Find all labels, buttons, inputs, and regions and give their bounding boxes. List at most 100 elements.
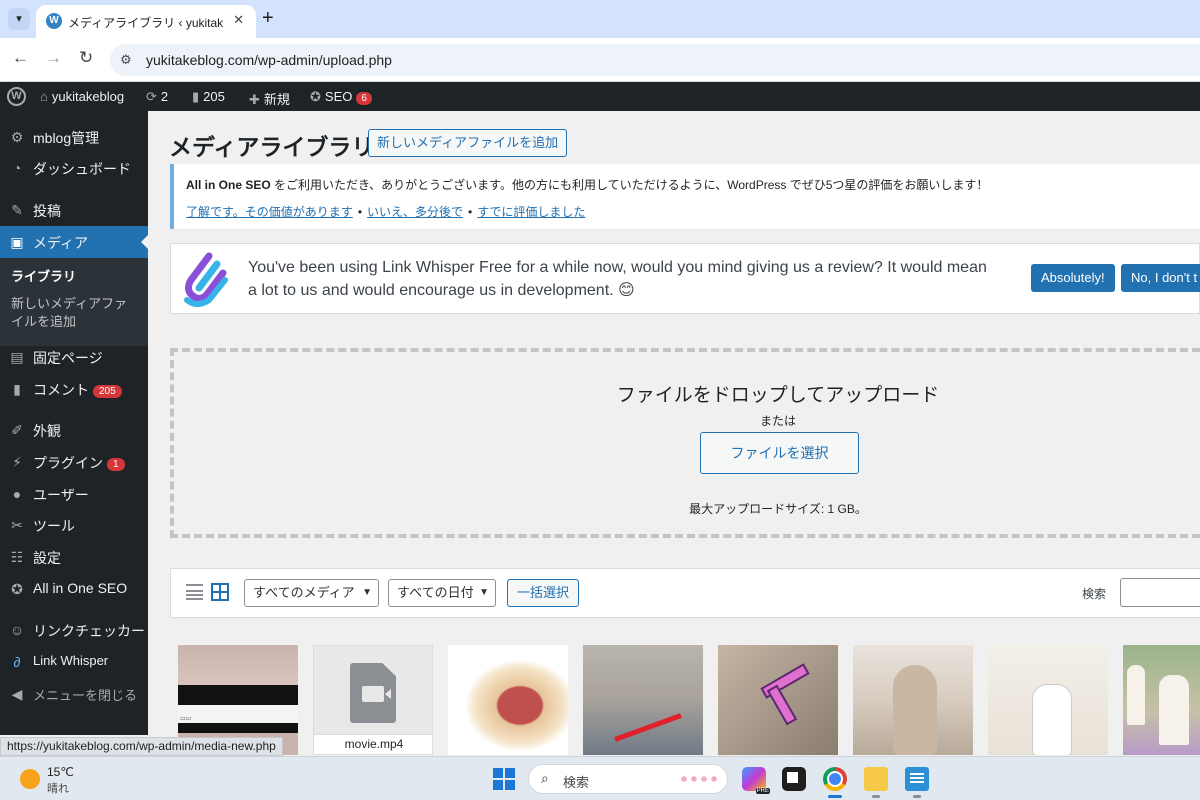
media-thumbnail[interactable] <box>988 645 1108 755</box>
sidebar-item-label: Link Whisper <box>33 653 109 668</box>
media-search-input[interactable] <box>1120 578 1200 607</box>
close-tab-icon[interactable]: ✕ <box>233 12 244 28</box>
review-yes-button[interactable]: Absolutely! <box>1031 264 1115 292</box>
comments-link[interactable]: ▮ 205 <box>192 89 225 105</box>
site-name-link[interactable]: ⌂ yukitakeblog <box>40 89 124 104</box>
rate-yes-link[interactable]: 了解です。その価値があります <box>186 205 353 219</box>
cherry-blossom-icon <box>679 773 719 785</box>
sidebar-item-posts[interactable]: ✎ 投稿 <box>0 194 148 226</box>
comments-badge: 205 <box>93 385 122 398</box>
link-checker-icon: ☺ <box>9 622 25 638</box>
media-type-filter[interactable]: すべてのメディア ▼ <box>244 579 379 607</box>
media-thumbnail[interactable] <box>718 645 838 755</box>
grid-view-icon[interactable] <box>211 583 229 601</box>
user-icon: ● <box>12 486 22 502</box>
sidebar-item-link-checker[interactable]: ☺ リンクチェッカー <box>0 614 148 646</box>
photo-figure <box>1127 665 1145 725</box>
sidebar-item-users[interactable]: ● ユーザー <box>0 478 148 510</box>
red-mark <box>614 713 682 742</box>
sidebar-item-link-whisper[interactable]: ∂ Link Whisper <box>0 646 148 678</box>
page-title: メディアライブラリ <box>169 134 375 160</box>
new-tab-button[interactable]: + <box>262 7 274 30</box>
photo-figure <box>1159 675 1189 745</box>
start-tile <box>493 768 503 778</box>
sidebar-item-label: リンクチェッカー <box>33 623 145 639</box>
reload-icon[interactable]: ↻ <box>79 48 93 68</box>
review-no-button[interactable]: No, I don't t <box>1121 264 1200 292</box>
seo-menu-link[interactable]: ✪ SEO 6 <box>310 89 372 105</box>
url-field[interactable]: ⚙ yukitakeblog.com/wp-admin/upload.php <box>110 44 1200 76</box>
admin-sidebar: ⚙ mblog管理 ◔ ダッシュボード ✎ 投稿 ▣ メディア ライブラリ 新し… <box>0 111 148 735</box>
terminal-icon[interactable] <box>782 767 806 791</box>
media-thumbnail[interactable] <box>448 645 568 755</box>
browser-tab[interactable]: W メディアライブラリ ‹ yukitakeblog — ✕ <box>36 5 256 38</box>
sidebar-item-aioseo[interactable]: ✪ All in One SEO <box>0 573 148 605</box>
sidebar-item-dashboard[interactable]: ◔ ダッシュボード <box>0 152 148 184</box>
link-whisper-review-notice: You've been using Link Whisper Free for … <box>170 243 1200 314</box>
browser-tab-bar: ▾ W メディアライブラリ ‹ yukitakeblog — ✕ + <box>0 0 1200 38</box>
submenu-add-new[interactable]: 新しいメディアファイルを追加 <box>11 295 139 331</box>
sidebar-item-pages[interactable]: ▤ 固定ページ <box>0 341 148 373</box>
sun-icon[interactable] <box>20 769 40 789</box>
chrome-icon[interactable] <box>823 767 847 791</box>
sidebar-item-label: メディア <box>33 235 89 251</box>
media-thumbnail[interactable]: movie.mp4 <box>313 645 433 755</box>
wordpress-logo-icon[interactable]: W <box>7 87 26 106</box>
aioseo-review-notice: All in One SEO をご利用いただき、ありがとうございます。他の方にも… <box>170 164 1200 229</box>
comments-count: 205 <box>203 89 225 104</box>
sidebar-item-tools[interactable]: ✂ ツール <box>0 509 148 541</box>
updates-count: 2 <box>160 89 169 104</box>
notepad-icon[interactable] <box>905 767 929 791</box>
seo-label: SEO <box>324 89 353 104</box>
home-icon: ⌂ <box>40 89 48 104</box>
bulk-select-button[interactable]: 一括選択 <box>507 579 580 607</box>
windows-start-icon[interactable] <box>493 768 515 790</box>
taskbar-search[interactable]: ⌕ 検索 <box>528 764 728 794</box>
updates-link[interactable]: ⟳ 2 <box>146 89 168 105</box>
sidebar-item-mblog[interactable]: ⚙ mblog管理 <box>0 121 148 153</box>
start-tile <box>505 780 515 790</box>
date-filter[interactable]: すべての日付 ▼ <box>388 579 496 607</box>
sidebar-item-appearance[interactable]: ✐ 外観 <box>0 414 148 446</box>
sidebar-item-label: All in One SEO <box>33 580 128 596</box>
sidebar-item-plugins[interactable]: ⚡ プラグイン 1 <box>0 446 148 478</box>
sidebar-item-settings[interactable]: ☷ 設定 <box>0 541 148 573</box>
submenu-library[interactable]: ライブラリ <box>11 268 139 286</box>
media-thumbnail[interactable] <box>1123 645 1200 755</box>
taskbar-search-placeholder: 検索 <box>563 775 590 790</box>
updates-icon: ⟳ <box>146 89 157 104</box>
sidebar-item-label: ダッシュボード <box>33 161 131 177</box>
forward-icon[interactable]: → <box>45 48 62 68</box>
file-explorer-icon[interactable] <box>864 767 888 791</box>
search-label: 検索 <box>1082 587 1107 601</box>
settings-icon: ☷ <box>10 549 24 565</box>
sidebar-item-label: ユーザー <box>33 487 89 503</box>
sidebar-item-comments[interactable]: ▮ コメント 205 <box>0 373 148 405</box>
video-camera-icon <box>362 686 391 702</box>
url-text: yukitakeblog.com/wp-admin/upload.php <box>146 52 392 68</box>
already-rated-link[interactable]: すでに評価しました <box>477 205 585 219</box>
sidebar-item-media[interactable]: ▣ メディア <box>0 226 148 258</box>
media-toolbar: すべてのメディア ▼ すべての日付 ▼ 一括選択 検索 <box>170 568 1200 618</box>
site-info-icon[interactable]: ⚙ <box>120 52 132 68</box>
select-files-button[interactable]: ファイルを選択 <box>700 432 859 474</box>
list-view-icon[interactable] <box>186 584 203 600</box>
copilot-icon[interactable]: PRE <box>742 767 770 794</box>
sidebar-collapse-menu[interactable]: ◀ メニューを閉じる <box>0 678 148 710</box>
upload-dropzone[interactable]: ファイルをドロップしてアップロード または ファイルを選択 最大アップロードサイ… <box>170 348 1200 538</box>
rate-later-link[interactable]: いいえ、多分後で <box>367 205 463 219</box>
photo-figure <box>893 665 937 755</box>
aioseo-icon: ✪ <box>310 89 321 104</box>
add-new-media-button[interactable]: 新しいメディアファイルを追加 <box>368 129 568 157</box>
media-thumbnail[interactable] <box>583 645 703 755</box>
sidebar-item-label: 固定ページ <box>33 350 103 366</box>
dashboard-icon: ◔ <box>12 160 22 176</box>
page-icon: ▤ <box>10 349 24 365</box>
new-content-link[interactable]: ✚ 新規 <box>249 89 290 108</box>
link-whisper-logo-icon <box>184 252 228 307</box>
back-icon[interactable]: ← <box>12 48 29 68</box>
aioseo-icon: ✪ <box>11 581 23 597</box>
sidebar-item-label: メニューを閉じる <box>33 688 138 703</box>
media-thumbnail[interactable] <box>853 645 973 755</box>
tab-search-button[interactable]: ▾ <box>8 8 30 30</box>
